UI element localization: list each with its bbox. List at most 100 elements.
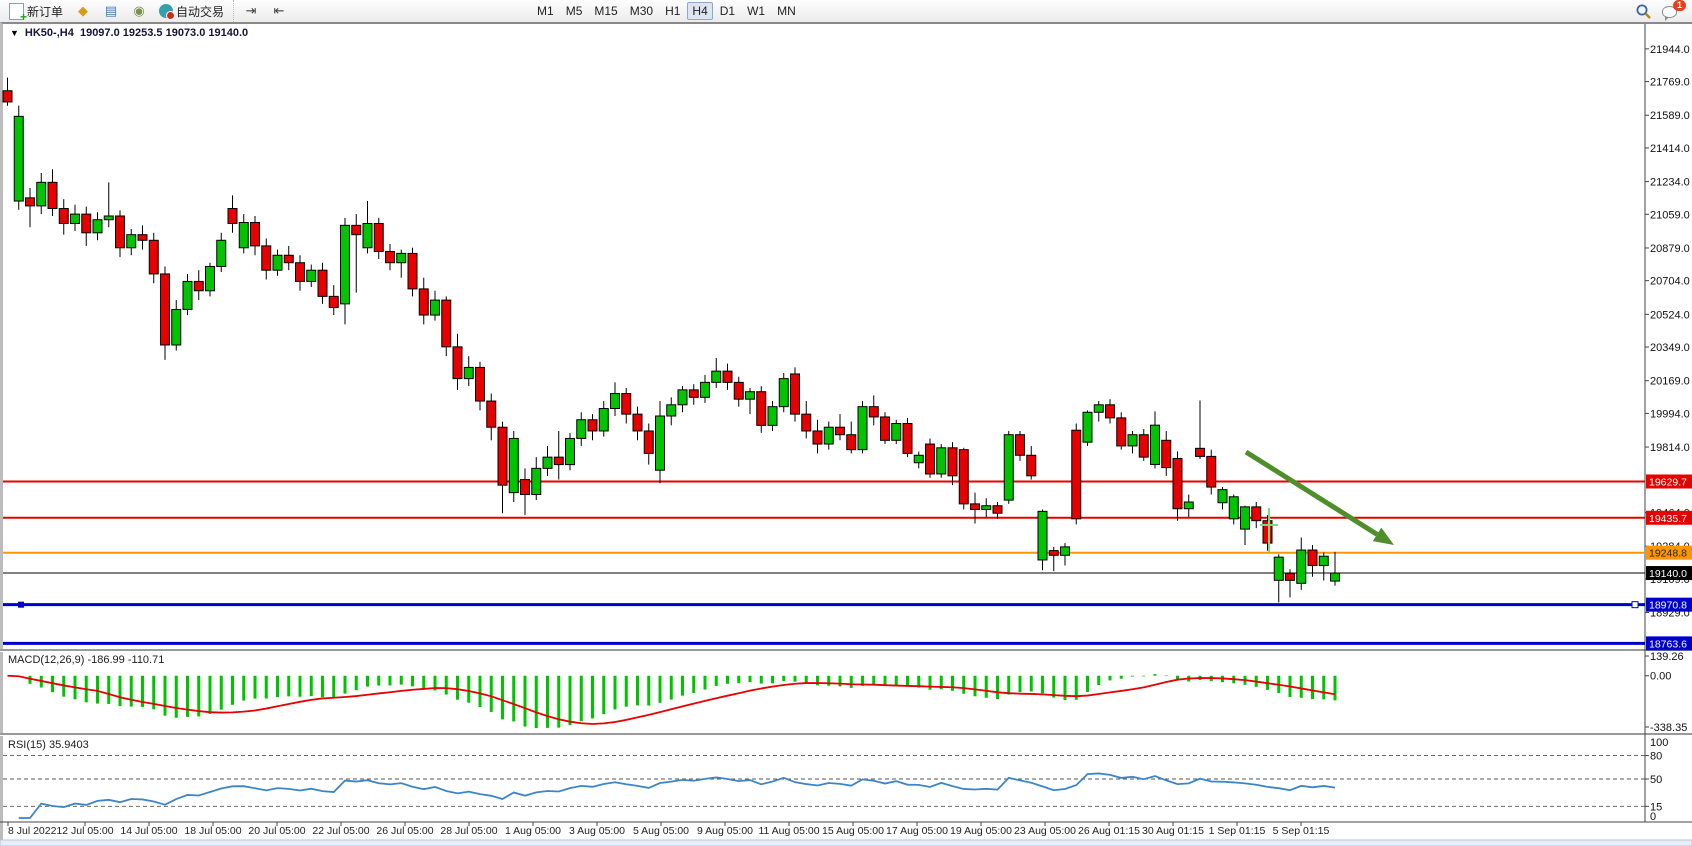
pane-separator[interactable] (0, 733, 1692, 735)
candle (104, 182, 113, 227)
candle-body (116, 216, 125, 248)
candle (633, 407, 642, 441)
new-order-button[interactable]: 新订单 (4, 1, 68, 22)
candle (14, 106, 23, 210)
candle (1139, 429, 1148, 461)
chart-canvas[interactable]: 21944.021769.021589.021414.021234.021059… (0, 22, 1692, 846)
timeframe-w1-button[interactable]: W1 (742, 2, 770, 20)
candle-body (431, 300, 440, 315)
hline-19140.0[interactable]: 19140.0 (3, 566, 1692, 580)
candle (1038, 509, 1047, 570)
mt4-application: 新订单 ◆ ▤ ◉ 自动交易 ▥⌶∿⊕⊖▦⇥⇤＋▾⊙▾▨▾↖＋|—╱∥E≡FAT… (0, 0, 1692, 846)
candle-body (746, 392, 755, 399)
navigator-button[interactable]: ◉ (126, 2, 152, 20)
candle (93, 212, 102, 240)
hline-18763.6[interactable]: 18763.6 (3, 636, 1692, 650)
candle-body (1308, 550, 1317, 566)
hline-19248.8[interactable]: 19248.8 (3, 546, 1692, 560)
timeframe-h4-button[interactable]: H4 (687, 2, 712, 20)
candle (1308, 545, 1317, 577)
price-tick-label: 21059.0 (1650, 209, 1690, 221)
toolbar-group-timeframes: M1M5M15M30H1H4D1W1MN (528, 0, 805, 22)
candle (228, 195, 237, 232)
candle-body (982, 506, 991, 510)
search-icon[interactable] (1635, 3, 1652, 20)
candle (577, 412, 586, 446)
candle (3, 78, 12, 106)
candle-body (59, 209, 68, 224)
timeframe-m1-button[interactable]: M1 (532, 2, 559, 20)
market-watch-button[interactable]: ◆ (70, 2, 96, 20)
candle-body (881, 417, 890, 440)
candle-body (678, 390, 687, 405)
candle-body (1319, 556, 1328, 565)
timeframe-m15-button[interactable]: M15 (589, 2, 622, 20)
chevron-down-icon: ▼ (10, 28, 19, 38)
hline-handle[interactable] (18, 602, 24, 608)
candle (296, 255, 305, 291)
candle (386, 244, 395, 270)
price-tag-label: 18763.6 (1649, 638, 1687, 650)
candle-body (1184, 502, 1193, 509)
notifications-button[interactable]: 1 (1662, 3, 1682, 19)
candle (476, 362, 485, 411)
candle-body (926, 444, 935, 474)
candle-body (93, 220, 102, 233)
timeframe-m5-button[interactable]: M5 (561, 2, 588, 20)
candle (824, 422, 833, 450)
rsi-scale-label: 0 (1650, 811, 1656, 823)
candle (667, 397, 676, 425)
candle-body (127, 235, 136, 248)
candle-body (48, 182, 57, 208)
candle-body (1128, 435, 1137, 446)
timeframe-m30-button[interactable]: M30 (625, 2, 658, 20)
candle (59, 199, 68, 235)
autotrading-button[interactable]: 自动交易 (154, 1, 229, 22)
candle (397, 250, 406, 278)
candle (611, 382, 620, 416)
candle (914, 452, 923, 469)
hline-19435.7[interactable]: 19435.7 (3, 511, 1692, 525)
candle-body (689, 390, 698, 397)
candle (588, 414, 597, 440)
price-tick-label: 20704.0 (1650, 276, 1690, 288)
candle-body (588, 420, 597, 431)
candle (1229, 495, 1238, 525)
candle-body (1218, 490, 1227, 503)
candle (701, 375, 710, 403)
candle (746, 388, 755, 414)
hline-handle[interactable] (1632, 602, 1638, 608)
price-tick-label: 20349.0 (1650, 342, 1690, 354)
candle-body (1038, 511, 1047, 560)
macd-indicator-label: MACD(12,26,9) -186.99 -110.71 (8, 654, 164, 666)
chart-shift-icon: ⇤ (271, 4, 287, 18)
candle (1173, 452, 1182, 521)
candle (161, 266, 170, 359)
date-label: 23 Aug 05:00 (1014, 825, 1076, 837)
auto-scroll-button[interactable]: ⇥ (238, 2, 264, 20)
candle (1319, 552, 1328, 580)
candle-body (802, 414, 811, 431)
candle-body (1049, 551, 1058, 556)
candle (206, 263, 215, 297)
candle-body (993, 506, 1002, 513)
candle (509, 431, 518, 502)
candle (689, 384, 698, 405)
macd-values: -186.99 -110.71 (87, 654, 164, 666)
price-tag-label: 19629.7 (1649, 476, 1687, 488)
price-tick-label: 20524.0 (1650, 309, 1690, 321)
candle (543, 446, 552, 476)
timeframe-mn-button[interactable]: MN (772, 2, 801, 20)
data-window-button[interactable]: ▤ (98, 2, 124, 20)
candle-body (1274, 557, 1283, 580)
pane-separator[interactable] (0, 649, 1692, 651)
candle (1151, 411, 1160, 468)
timeframe-h1-button[interactable]: H1 (660, 2, 685, 20)
candle (329, 285, 338, 315)
hline-18970.8[interactable]: 18970.8 (3, 598, 1692, 612)
chart-shift-button[interactable]: ⇤ (266, 2, 292, 20)
price-tick-label: 21589.0 (1650, 110, 1690, 122)
timeframe-d1-button[interactable]: D1 (715, 2, 740, 20)
date-label: 26 Aug 01:15 (1078, 825, 1140, 837)
hline-19629.7[interactable]: 19629.7 (3, 474, 1692, 488)
